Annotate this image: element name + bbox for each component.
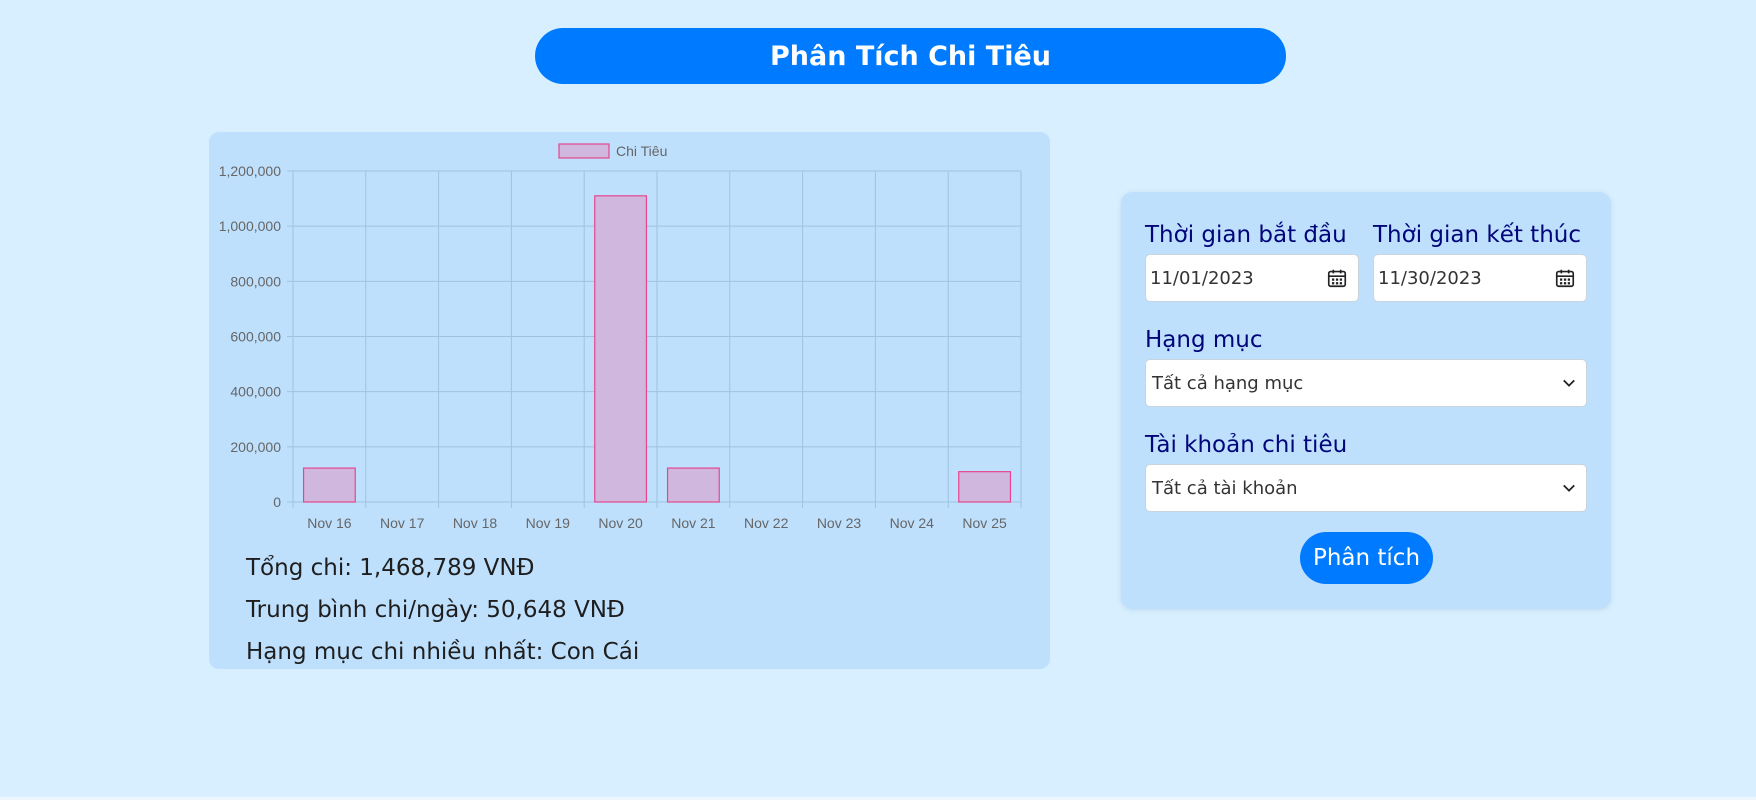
account-select[interactable]: Tất cả tài khoản <box>1145 464 1587 512</box>
bar <box>594 195 648 503</box>
legend-swatch <box>558 143 610 159</box>
y-tick-label: 800,000 <box>230 273 281 289</box>
top-category-label: Hạng mục chi nhiều nhất: <box>246 639 544 665</box>
y-tick-label: 0 <box>273 494 281 510</box>
analyze-button[interactable]: Phân tích <box>1300 532 1433 584</box>
end-date-label: Thời gian kết thúc <box>1373 222 1581 248</box>
start-date-value: 11/01/2023 <box>1150 267 1254 289</box>
calendar-icon[interactable] <box>1554 267 1576 289</box>
chevron-down-icon <box>1563 484 1575 492</box>
start-date-label: Thời gian bắt đầu <box>1145 222 1347 248</box>
category-label: Hạng mục <box>1145 327 1263 353</box>
total-spending-value: 1,468,789 VNĐ <box>359 555 535 581</box>
chart-card: 1,200,000 1,000,000 800,000 600,000 400,000 2… <box>209 132 1050 669</box>
x-tick-label: Nov 16 <box>307 515 352 531</box>
account-select-value: Tất cả tài khoản <box>1152 477 1298 499</box>
average-spending-label: Trung bình chi/ngày: <box>246 597 479 623</box>
y-tick-label: 200,000 <box>230 439 281 455</box>
average-spending-value: 50,648 VNĐ <box>486 597 625 623</box>
category-select-value: Tất cả hạng mục <box>1152 372 1304 394</box>
stats-summary: Tổng chi: 1,468,789 VNĐ Trung bình chi/n… <box>246 547 639 673</box>
page: Phân Tích Chi Tiêu 1,200,000 1,000,000 800… <box>0 0 1756 800</box>
x-tick-label: Nov 18 <box>453 515 498 531</box>
x-tick-label: Nov 21 <box>671 515 716 531</box>
top-category-value: Con Cái <box>550 639 640 665</box>
page-title: Phân Tích Chi Tiêu <box>769 40 1052 72</box>
bar <box>958 471 1012 503</box>
total-spending: Tổng chi: 1,468,789 VNĐ <box>246 547 639 589</box>
total-spending-label: Tổng chi: <box>246 555 352 581</box>
legend-label: Chi Tiêu <box>616 143 667 159</box>
x-tick-label: Nov 19 <box>526 515 571 531</box>
end-date-input[interactable]: 11/30/2023 <box>1373 254 1587 302</box>
top-category: Hạng mục chi nhiều nhất: Con Cái <box>246 631 639 673</box>
end-date-value: 11/30/2023 <box>1378 267 1482 289</box>
x-tick-label: Nov 24 <box>890 515 935 531</box>
page-title-bar: Phân Tích Chi Tiêu <box>535 28 1286 84</box>
account-label: Tài khoản chi tiêu <box>1145 432 1348 458</box>
chevron-down-icon <box>1563 379 1575 387</box>
x-tick-label: Nov 20 <box>598 515 643 531</box>
x-tick-label: Nov 25 <box>962 515 1007 531</box>
y-tick-label: 1,000,000 <box>219 218 281 234</box>
bar <box>302 467 356 503</box>
filter-panel: Thời gian bắt đầu 11/01/2023 Thời gian k… <box>1121 192 1611 609</box>
average-spending: Trung bình chi/ngày: 50,648 VNĐ <box>246 589 639 631</box>
x-tick-label: Nov 17 <box>380 515 425 531</box>
calendar-icon[interactable] <box>1326 267 1348 289</box>
y-tick-label: 600,000 <box>230 329 281 345</box>
y-tick-label: 400,000 <box>230 384 281 400</box>
y-tick-label: 1,200,000 <box>219 163 281 179</box>
bar <box>666 467 720 503</box>
category-select[interactable]: Tất cả hạng mục <box>1145 359 1587 407</box>
x-tick-label: Nov 22 <box>744 515 789 531</box>
spending-bar-chart: 1,200,000 1,000,000 800,000 600,000 400,000 2… <box>219 143 1022 531</box>
start-date-input[interactable]: 11/01/2023 <box>1145 254 1359 302</box>
x-tick-label: Nov 23 <box>817 515 862 531</box>
